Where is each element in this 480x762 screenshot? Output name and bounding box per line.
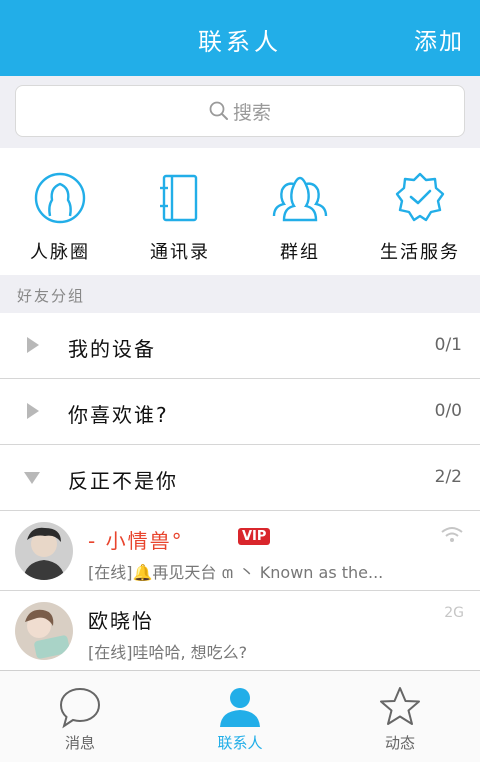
- expanded-arrow-icon: [24, 472, 40, 484]
- search-area: 搜索: [0, 76, 480, 148]
- group-row-devices[interactable]: 我的设备 0/1: [0, 313, 480, 379]
- group-count: 0/0: [434, 401, 462, 421]
- quick-action-address-book[interactable]: 通讯录: [120, 148, 240, 275]
- page-title: 联系人: [198, 28, 282, 56]
- quick-action-groups[interactable]: 群组: [240, 148, 360, 275]
- quick-action-label: 群组: [280, 242, 320, 263]
- search-placeholder: 搜索: [232, 101, 271, 124]
- group-name: 你喜欢谁?: [68, 403, 169, 427]
- quick-action-life-services[interactable]: 生活服务: [360, 148, 480, 275]
- quick-action-label: 生活服务: [380, 242, 460, 263]
- quick-actions: 人脉圈 通讯录 群组 生活服务: [0, 148, 480, 275]
- address-book-icon: [160, 174, 198, 222]
- quick-action-label: 人脉圈: [30, 242, 90, 263]
- friend-status: [在线]🔔再见天台 ຓ 丶 Known as the...: [88, 563, 384, 582]
- tab-label: 联系人: [217, 734, 263, 752]
- friend-groups-header: 好友分组: [0, 275, 480, 313]
- tab-label: 消息: [64, 734, 95, 752]
- friend-status: [在线]哇哈哈, 想吃么?: [88, 643, 248, 662]
- group-row-not-you[interactable]: 反正不是你 2/2: [0, 445, 480, 511]
- friend-row[interactable]: - 小情兽° VIP [在线]🔔再见天台 ຓ 丶 Known as the...: [0, 511, 480, 591]
- search-icon: [209, 101, 228, 120]
- collapsed-arrow-icon: [27, 337, 39, 353]
- group-count: 0/1: [434, 335, 462, 355]
- quick-action-label: 通讯录: [150, 242, 210, 263]
- avatar[interactable]: [15, 602, 73, 660]
- search-input[interactable]: 搜索: [15, 85, 465, 137]
- tab-moments[interactable]: 动态: [320, 671, 480, 762]
- network-label: 2G: [444, 605, 464, 621]
- add-button[interactable]: 添加: [414, 22, 464, 56]
- group-icon: [272, 176, 328, 222]
- tab-contacts[interactable]: 联系人: [160, 671, 320, 762]
- group-count: 2/2: [434, 467, 462, 487]
- avatar[interactable]: [15, 522, 73, 580]
- friend-row[interactable]: 欧晓怡 [在线]哇哈哈, 想吃么? 2G: [0, 591, 480, 671]
- quick-action-renmaiquan[interactable]: 人脉圈: [0, 148, 120, 275]
- chat-bubble-icon: [59, 687, 101, 729]
- tab-messages[interactable]: 消息: [0, 671, 160, 762]
- friend-groups-header-label: 好友分组: [17, 287, 86, 305]
- group-name: 反正不是你: [68, 469, 178, 493]
- vip-badge: VIP: [238, 528, 271, 545]
- title-bar: 联系人 添加: [0, 0, 480, 76]
- person-circle-icon: [34, 172, 86, 224]
- verified-badge-icon: [395, 172, 445, 222]
- collapsed-arrow-icon: [27, 403, 39, 419]
- group-name: 我的设备: [68, 337, 156, 361]
- tab-label: 动态: [384, 734, 415, 752]
- group-row-who-you-like[interactable]: 你喜欢谁? 0/0: [0, 379, 480, 445]
- wifi-icon: [441, 527, 463, 542]
- friend-name: 欧晓怡: [88, 609, 154, 633]
- tab-bar: 消息 联系人 动态: [0, 670, 480, 762]
- contact-person-icon: [220, 688, 260, 727]
- friend-name: - 小情兽°: [88, 529, 184, 553]
- star-icon: [380, 687, 420, 725]
